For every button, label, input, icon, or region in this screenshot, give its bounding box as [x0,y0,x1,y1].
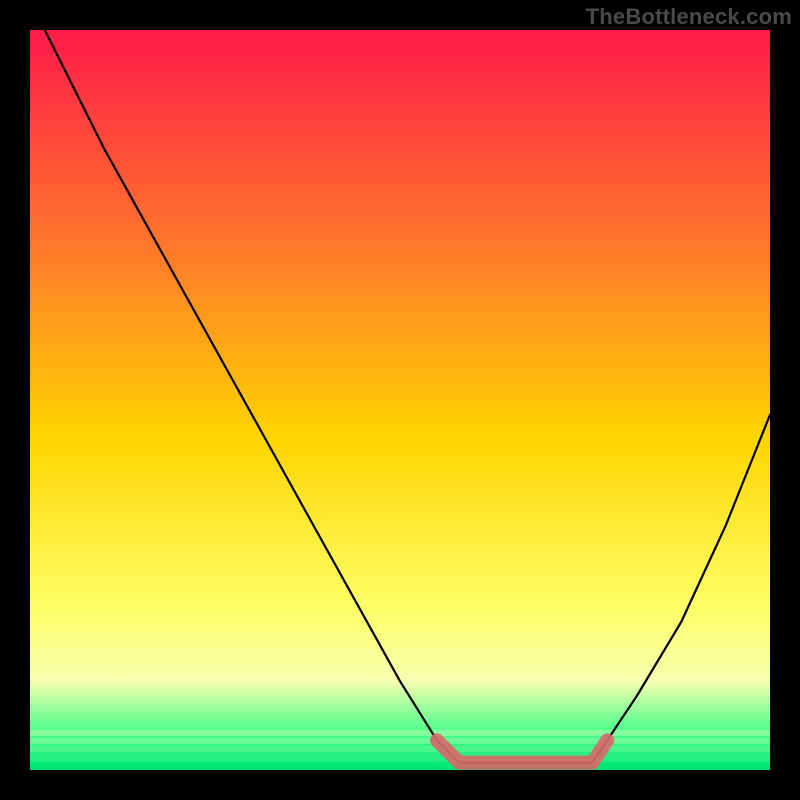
bottom-strata [30,730,770,770]
chart-svg [30,30,770,770]
watermark-text: TheBottleneck.com [586,4,792,30]
chart-frame: TheBottleneck.com [0,0,800,800]
plot-area [30,30,770,770]
